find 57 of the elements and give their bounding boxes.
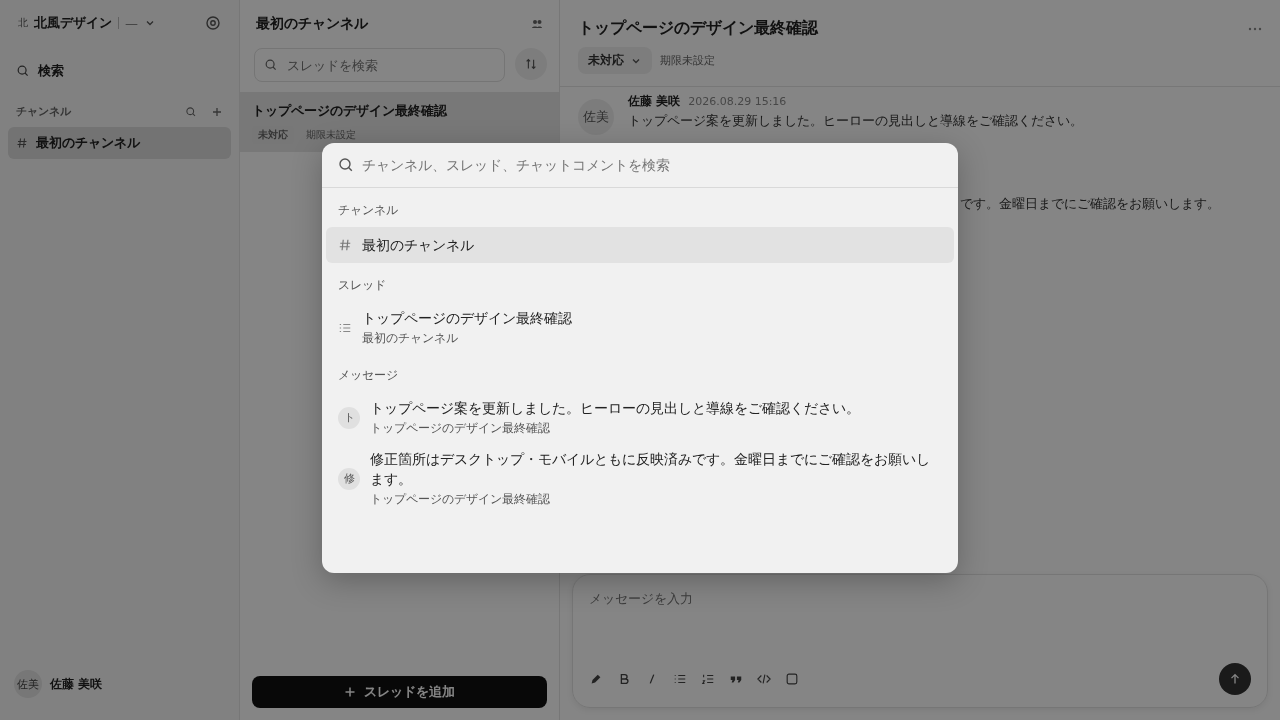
- search-link[interactable]: 検索: [8, 46, 231, 88]
- plus-icon: [344, 686, 356, 698]
- search-result[interactable]: トップページのデザイン最終確認 最初のチャンネル: [326, 302, 954, 353]
- send-button[interactable]: [1219, 663, 1251, 695]
- result-subtitle: 最初のチャンネル: [362, 330, 459, 347]
- message-avatar: ト: [338, 406, 360, 429]
- workspace-name[interactable]: 北風デザイン: [34, 14, 112, 32]
- search-icon[interactable]: [185, 105, 197, 118]
- message-text: です。金曜日までにご確認をお願いします。: [960, 196, 1220, 211]
- result-title: 最初のチャンネル: [362, 236, 474, 255]
- settings-icon[interactable]: [205, 15, 221, 31]
- result-title: 修正箇所はデスクトップ・モバイルともに反映済みです。金曜日までにご確認をお願いします。: [370, 450, 931, 489]
- search-result[interactable]: 最初のチャンネル: [326, 227, 954, 263]
- author-avatar: 佐美: [578, 99, 614, 135]
- arrow-up-icon: [1228, 672, 1242, 686]
- status-dropdown[interactable]: 未対応: [578, 47, 652, 74]
- workspace-extra: —: [125, 15, 138, 31]
- group-title: メッセージ: [337, 367, 399, 384]
- user-avatar: 佐美: [14, 670, 42, 698]
- more-icon[interactable]: [1248, 26, 1262, 31]
- search-icon: [264, 58, 278, 72]
- hash-icon: [338, 238, 352, 252]
- author-name: 佐藤 美咲: [628, 93, 681, 110]
- thread-search-field[interactable]: スレッドを検索: [254, 48, 505, 82]
- plus-icon[interactable]: [211, 105, 223, 118]
- numbered-list-icon[interactable]: [701, 672, 715, 686]
- search-result[interactable]: 修 修正箇所はデスクトップ・モバイルともに反映済みです。金曜日までにご確認をお願いします。 トップページのデザイン最終確認: [326, 443, 954, 514]
- result-subtitle: トップページのデザイン最終確認: [370, 491, 551, 508]
- group-title: スレッド: [337, 277, 387, 294]
- thread-title: トップページのデザイン最終確認: [578, 18, 818, 39]
- pen-icon[interactable]: [589, 672, 603, 686]
- search-input[interactable]: チャンネル、スレッド、チャットコメントを検索: [362, 157, 942, 173]
- deadline-label[interactable]: 期限未設定: [660, 53, 715, 68]
- section-title: チャンネル: [16, 104, 71, 119]
- code-icon[interactable]: [757, 672, 771, 686]
- user-name: 佐藤 美咲: [50, 675, 103, 693]
- group-title: チャンネル: [337, 202, 399, 219]
- channel-title: 最初のチャンネル: [256, 15, 368, 33]
- result-title: トップページ案を更新しました。ヒーローの見出しと導線をご確認ください。: [370, 399, 860, 418]
- channel-item[interactable]: 最初のチャンネル: [8, 127, 231, 159]
- hash-icon: [16, 137, 28, 149]
- users-icon[interactable]: [531, 18, 543, 30]
- workspace-avatar: 北: [18, 16, 28, 30]
- search-icon: [338, 157, 354, 173]
- search-result[interactable]: ト トップページ案を更新しました。ヒーローの見出しと導線をご確認ください。 トップページのデザイン最終確認: [326, 392, 954, 443]
- search-icon: [16, 64, 30, 78]
- message-time: 2026.08.29 15:16: [688, 95, 787, 108]
- message-text: トップページ案を更新しました。ヒーローの見出しと導線をご確認ください。: [628, 112, 1083, 130]
- sort-button[interactable]: [515, 48, 547, 80]
- bullet-list-icon[interactable]: [673, 672, 687, 686]
- sort-icon: [524, 57, 538, 71]
- result-subtitle: トップページのデザイン最終確認: [370, 420, 551, 437]
- message-avatar: 修: [338, 467, 360, 490]
- code-block-icon[interactable]: [785, 672, 799, 686]
- result-title: トップページのデザイン最終確認: [362, 309, 572, 328]
- add-thread-button[interactable]: スレッドを追加: [252, 676, 547, 708]
- thread-title: トップページのデザイン最終確認: [252, 102, 448, 120]
